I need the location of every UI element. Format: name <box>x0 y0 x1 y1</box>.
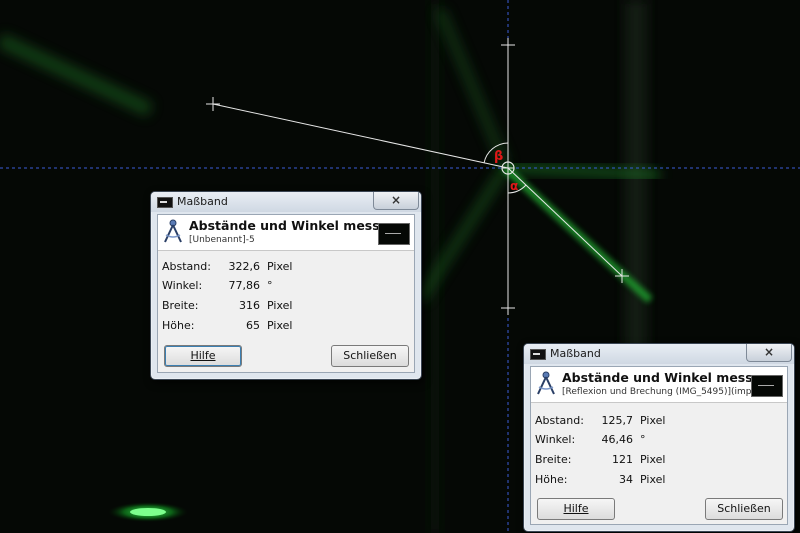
angle-value: 46,46 <box>601 433 634 446</box>
laser-spot-core <box>130 508 166 516</box>
help-button[interactable]: Hilfe <box>164 345 242 367</box>
width-label: Breite: <box>535 453 572 466</box>
distance-value: 125,7 <box>601 414 634 427</box>
help-button[interactable]: Hilfe <box>537 498 615 520</box>
distance-unit: Pixel <box>640 414 666 427</box>
dialog-content: Abstände und Winkel messen [Unbenannt]-5… <box>157 214 415 373</box>
distance-unit: Pixel <box>267 260 293 273</box>
angle-unit: ° <box>640 433 646 446</box>
height-unit: Pixel <box>267 319 293 332</box>
image-preview-thumbnail <box>751 375 783 397</box>
image-preview-thumbnail <box>378 223 410 245</box>
distance-label: Abstand: <box>535 414 584 427</box>
height-value: 65 <box>246 319 260 332</box>
close-window-button[interactable]: × <box>746 344 792 362</box>
help-button-label: Hilfe <box>563 502 589 515</box>
measure-dialog-1: Maßband × Abstände und Winkel messen [Un… <box>150 191 422 380</box>
height-label: Höhe: <box>535 473 568 486</box>
width-value: 316 <box>239 299 260 312</box>
width-unit: Pixel <box>640 453 666 466</box>
measure-compass-icon <box>164 219 182 243</box>
height-label: Höhe: <box>162 319 195 332</box>
measure-dialog-2: Maßband × Abstände und Winkel messen [Re… <box>523 343 795 532</box>
height-unit: Pixel <box>640 473 666 486</box>
dialog-header: Abstände und Winkel messen [Unbenannt]-5 <box>158 215 414 251</box>
image-name: [Reflexion und Brechung (IMG_5495)](imp.… <box>562 387 761 397</box>
dialog-title: Maßband <box>177 195 228 208</box>
close-window-button[interactable]: × <box>373 192 419 210</box>
help-button-label: Hilfe <box>190 349 216 362</box>
image-name: [Unbenannt]-5 <box>189 235 255 245</box>
app-window-icon <box>530 349 546 360</box>
angle-label-alpha: α <box>510 179 518 193</box>
dialog-header: Abstände und Winkel messen [Reflexion un… <box>531 367 787 403</box>
dialog-content: Abstände und Winkel messen [Reflexion un… <box>530 366 788 525</box>
distance-value: 322,6 <box>228 260 261 273</box>
close-button[interactable]: Schließen <box>331 345 409 367</box>
dialog-titlebar[interactable]: Maßband × <box>151 192 421 212</box>
angle-unit: ° <box>267 279 273 292</box>
angle-value: 77,86 <box>228 279 261 292</box>
angle-label-beta: β <box>494 149 503 164</box>
close-button[interactable]: Schließen <box>705 498 783 520</box>
dialog-heading: Abstände und Winkel messen <box>562 370 771 385</box>
dialog-title: Maßband <box>550 347 601 360</box>
distance-label: Abstand: <box>162 260 211 273</box>
dialog-heading: Abstände und Winkel messen <box>189 218 398 233</box>
height-value: 34 <box>619 473 633 486</box>
angle-label: Winkel: <box>162 279 203 292</box>
dialog-titlebar[interactable]: Maßband × <box>524 344 794 364</box>
app-window-icon <box>157 197 173 208</box>
width-label: Breite: <box>162 299 199 312</box>
width-value: 121 <box>612 453 633 466</box>
angle-label: Winkel: <box>535 433 576 446</box>
width-unit: Pixel <box>267 299 293 312</box>
measure-compass-icon <box>537 371 555 395</box>
